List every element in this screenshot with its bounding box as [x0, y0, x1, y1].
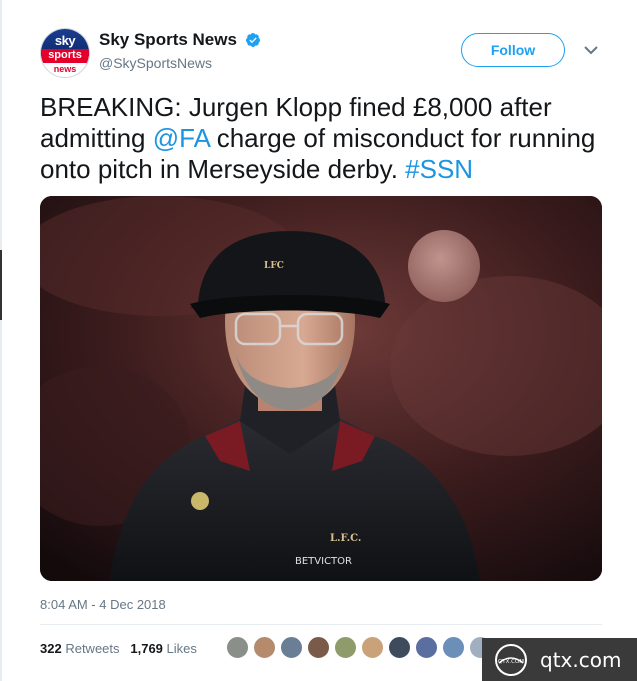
cap-logo-text: LFC [264, 261, 284, 271]
account-name-block[interactable]: Sky Sports News @SkySportsNews [99, 30, 261, 71]
tweet-photo[interactable]: LFC L.F.C. BETVICTOR [40, 196, 602, 581]
retweets-label[interactable]: Retweets [65, 641, 119, 656]
likes-count[interactable]: 1,769 [130, 641, 163, 656]
mention-link[interactable]: @FA [153, 123, 210, 153]
window-left-edge [0, 0, 2, 681]
verified-badge-icon [246, 33, 261, 47]
watermark-text: qtx.com [540, 648, 622, 672]
liker-avatar[interactable] [361, 636, 384, 659]
follow-button[interactable]: Follow [461, 33, 565, 67]
avatar-text-sky: sky [54, 33, 76, 48]
engagement-stats: 322 Retweets 1,769 Likes [40, 641, 197, 656]
likes-label[interactable]: Likes [167, 641, 197, 656]
liker-avatars [226, 636, 496, 662]
tweet-timestamp[interactable]: 8:04 AM - 4 Dec 2018 [40, 597, 166, 612]
avatar[interactable]: sky sports news [40, 28, 90, 78]
avatar-text-sports: sports [48, 49, 82, 61]
liker-avatar[interactable] [442, 636, 465, 659]
edge-marker [0, 250, 2, 320]
liker-avatar[interactable] [388, 636, 411, 659]
liker-avatar[interactable] [253, 636, 276, 659]
avatar-text-news: news [53, 64, 77, 74]
divider [40, 624, 602, 625]
liker-avatar[interactable] [307, 636, 330, 659]
tweet-text: BREAKING: Jurgen Klopp fined £8,000 afte… [40, 92, 615, 185]
account-handle[interactable]: @SkySportsNews [99, 55, 261, 71]
crest-text: L.F.C. [330, 533, 361, 544]
badge-pin [191, 492, 209, 510]
photo-klopp: LFC L.F.C. BETVICTOR [40, 196, 602, 581]
liker-avatar[interactable] [280, 636, 303, 659]
chevron-down-icon[interactable] [583, 42, 599, 58]
liker-avatar[interactable] [334, 636, 357, 659]
svg-text:QTX.COM: QTX.COM [498, 659, 524, 665]
hashtag-link[interactable]: #SSN [405, 154, 473, 184]
retweets-count[interactable]: 322 [40, 641, 62, 656]
watermark: QTX.COM qtx.com [482, 638, 637, 681]
display-name[interactable]: Sky Sports News [99, 30, 237, 50]
stadium-light [408, 230, 480, 302]
tweet-header: sky sports news Sky Sports News @SkySpor… [40, 28, 620, 78]
liker-avatar[interactable] [415, 636, 438, 659]
sponsor-text: BETVICTOR [295, 556, 352, 567]
watermark-logo-icon: QTX.COM [495, 644, 527, 676]
liker-avatar[interactable] [226, 636, 249, 659]
